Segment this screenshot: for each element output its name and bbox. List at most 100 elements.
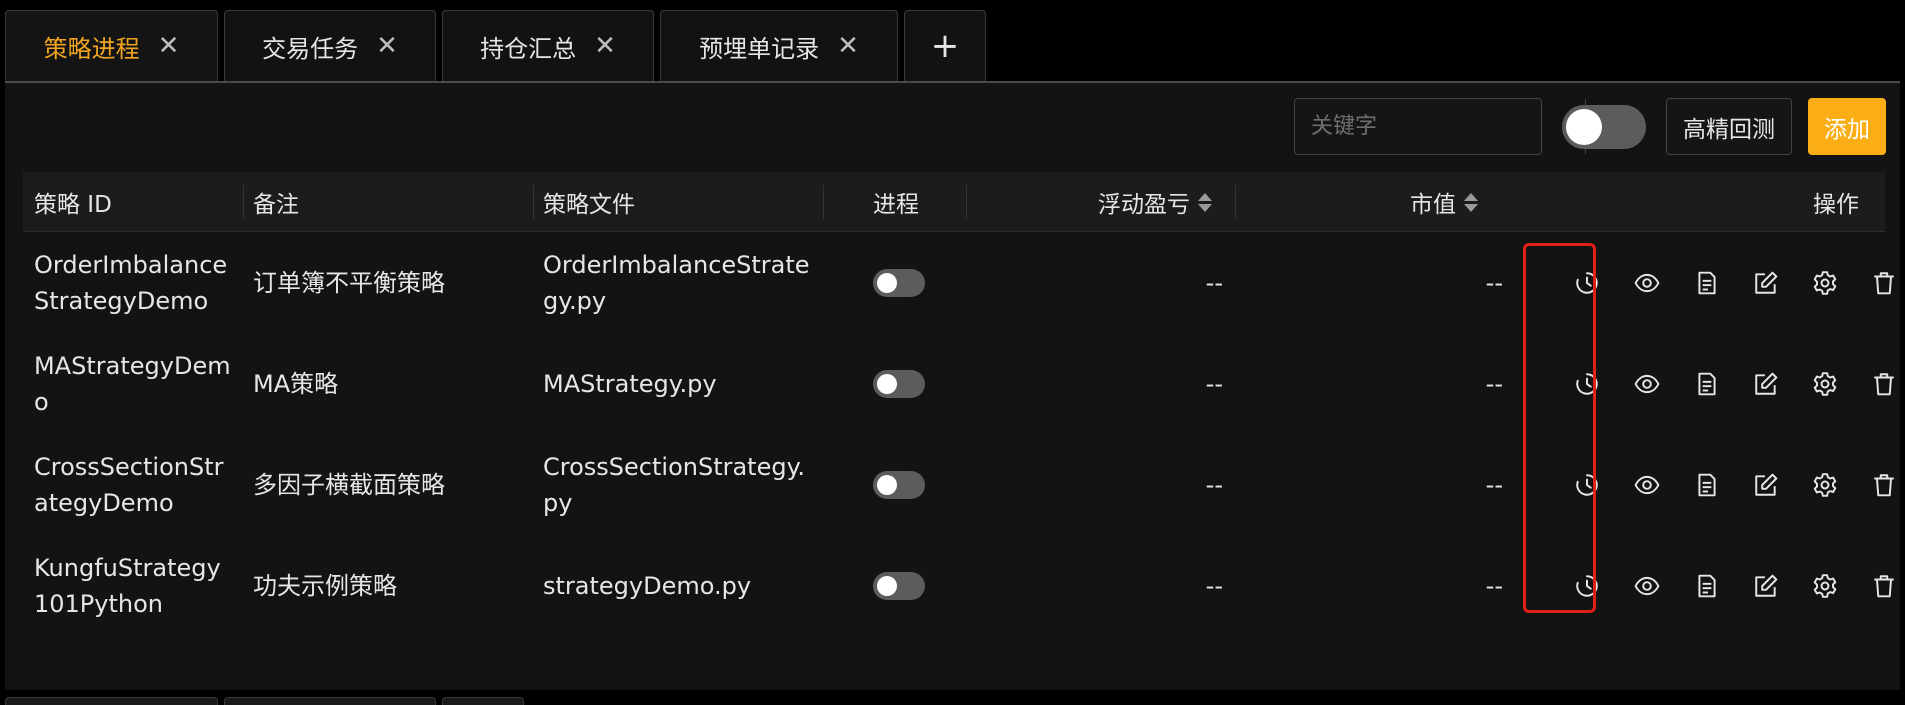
column-divider: [966, 185, 967, 219]
column-header-file: 策略文件: [543, 192, 635, 218]
strategy-id-cell: KungfuStrategy101Python: [34, 554, 221, 618]
document-icon[interactable]: [1691, 267, 1723, 299]
backtest-button[interactable]: 高精回测: [1666, 98, 1792, 155]
edit-icon[interactable]: [1750, 469, 1782, 501]
process-toggle[interactable]: [873, 269, 925, 297]
plus-icon: +: [930, 26, 960, 66]
strategy-file-cell: MAStrategy.py: [543, 370, 717, 398]
search-box: [1294, 98, 1612, 155]
strategy-id-cell: MAStrategyDemo: [34, 352, 231, 416]
column-divider: [533, 185, 534, 219]
edit-icon[interactable]: [1750, 368, 1782, 400]
gear-icon[interactable]: [1809, 368, 1841, 400]
column-divider: [243, 185, 244, 219]
remark-cell: 订单簿不平衡策略: [253, 269, 445, 297]
toggle-knob: [877, 475, 897, 495]
close-icon[interactable]: ✕: [158, 31, 180, 61]
tab-position-summary[interactable]: 持仓汇总 ✕: [442, 10, 654, 81]
market-value-cell: --: [1485, 471, 1503, 499]
tab-strategy-process[interactable]: 策略进程 ✕: [5, 10, 218, 81]
document-icon[interactable]: [1691, 368, 1723, 400]
strategy-panel: 高精回测 添加 策略 ID 备注 策略文件 进程 浮动盈亏 市值 操作 Orde…: [5, 81, 1900, 690]
market-value-cell: --: [1485, 370, 1503, 398]
remark-cell: 功夫示例策略: [253, 572, 397, 600]
toggle-knob: [877, 273, 897, 293]
add-button[interactable]: 添加: [1808, 98, 1886, 155]
document-icon[interactable]: [1691, 469, 1723, 501]
table-row: MAStrategyDemo MA策略 MAStrategy.py -- --: [23, 334, 1894, 434]
column-header-id: 策略 ID: [34, 192, 112, 218]
tab-label: 交易任务: [262, 34, 359, 63]
pnl-cell: --: [1205, 370, 1223, 398]
bottom-tab[interactable]: [442, 697, 524, 705]
tab-bar: 策略进程 ✕ 交易任务 ✕ 持仓汇总 ✕ 预埋单记录 ✕ +: [0, 10, 1905, 81]
column-divider: [823, 185, 824, 219]
column-header-pnl-label: 浮动盈亏: [1098, 192, 1190, 218]
column-header-actions: 操作: [1813, 192, 1859, 218]
column-header-market-value-label: 市值: [1410, 192, 1456, 218]
sort-icon[interactable]: [1464, 192, 1478, 212]
eye-icon[interactable]: [1631, 267, 1663, 299]
edit-icon[interactable]: [1750, 570, 1782, 602]
column-header-process: 进程: [873, 192, 919, 218]
process-cell: [873, 334, 933, 434]
toolbar: 高精回测 添加: [1294, 98, 1886, 155]
gear-icon[interactable]: [1809, 469, 1841, 501]
bottom-tab[interactable]: [5, 697, 218, 705]
strategy-file-cell: CrossSectionStrategy.py: [543, 453, 805, 517]
column-header-remark: 备注: [253, 192, 299, 218]
table-row: KungfuStrategy101Python 功夫示例策略 strategyDem…: [23, 536, 1894, 636]
gear-icon[interactable]: [1809, 570, 1841, 602]
strategy-file-cell: strategyDemo.py: [543, 572, 752, 600]
market-value-cell: --: [1485, 572, 1503, 600]
toggle-knob: [877, 374, 897, 394]
table-row: OrderImbalanceStrategyDemo 订单簿不平衡策略 OrderI…: [23, 233, 1894, 333]
edit-icon[interactable]: [1750, 267, 1782, 299]
bottom-tab-bar: [0, 697, 1905, 705]
toolbar-toggle[interactable]: [1562, 104, 1646, 149]
tab-label: 策略进程: [43, 34, 140, 63]
tab-label: 预埋单记录: [699, 34, 820, 63]
add-tab-button[interactable]: +: [904, 10, 986, 81]
market-value-cell: --: [1485, 269, 1503, 297]
process-toggle[interactable]: [873, 370, 925, 398]
tab-preorder-records[interactable]: 预埋单记录 ✕: [660, 10, 898, 81]
toggle-knob: [1566, 108, 1602, 145]
close-icon[interactable]: ✕: [837, 31, 859, 61]
toggle-knob: [877, 576, 897, 596]
search-input[interactable]: [1295, 99, 1585, 154]
column-header-market-value[interactable]: 市值: [1410, 172, 1478, 232]
close-icon[interactable]: ✕: [594, 31, 616, 61]
trash-icon[interactable]: [1868, 267, 1900, 299]
process-cell: [873, 233, 933, 333]
pnl-cell: --: [1205, 572, 1223, 600]
remark-cell: 多因子横截面策略: [253, 471, 445, 499]
remark-cell: MA策略: [253, 370, 339, 398]
bottom-tab[interactable]: [224, 697, 436, 705]
sort-icon[interactable]: [1198, 192, 1212, 212]
gear-icon[interactable]: [1809, 267, 1841, 299]
trash-icon[interactable]: [1868, 469, 1900, 501]
eye-icon[interactable]: [1631, 469, 1663, 501]
process-toggle[interactable]: [873, 471, 925, 499]
eye-icon[interactable]: [1631, 570, 1663, 602]
strategy-id-cell: CrossSectionStrategyDemo: [34, 453, 224, 517]
process-cell: [873, 435, 933, 535]
column-header-pnl[interactable]: 浮动盈亏: [1098, 172, 1212, 232]
table-row: CrossSectionStrategyDemo 多因子横截面策略 CrossSec…: [23, 435, 1894, 535]
process-toggle[interactable]: [873, 572, 925, 600]
strategy-file-cell: OrderImbalanceStrategy.py: [543, 251, 810, 315]
eye-icon[interactable]: [1631, 368, 1663, 400]
strategy-id-cell: OrderImbalanceStrategyDemo: [34, 251, 228, 315]
close-icon[interactable]: ✕: [376, 31, 398, 61]
document-icon[interactable]: [1691, 570, 1723, 602]
trash-icon[interactable]: [1868, 570, 1900, 602]
tab-trade-tasks[interactable]: 交易任务 ✕: [224, 10, 436, 81]
history-column-highlight: [1523, 243, 1596, 613]
trash-icon[interactable]: [1868, 368, 1900, 400]
pnl-cell: --: [1205, 269, 1223, 297]
tab-label: 持仓汇总: [480, 34, 577, 63]
column-divider: [1235, 185, 1236, 219]
process-cell: [873, 536, 933, 636]
pnl-cell: --: [1205, 471, 1223, 499]
